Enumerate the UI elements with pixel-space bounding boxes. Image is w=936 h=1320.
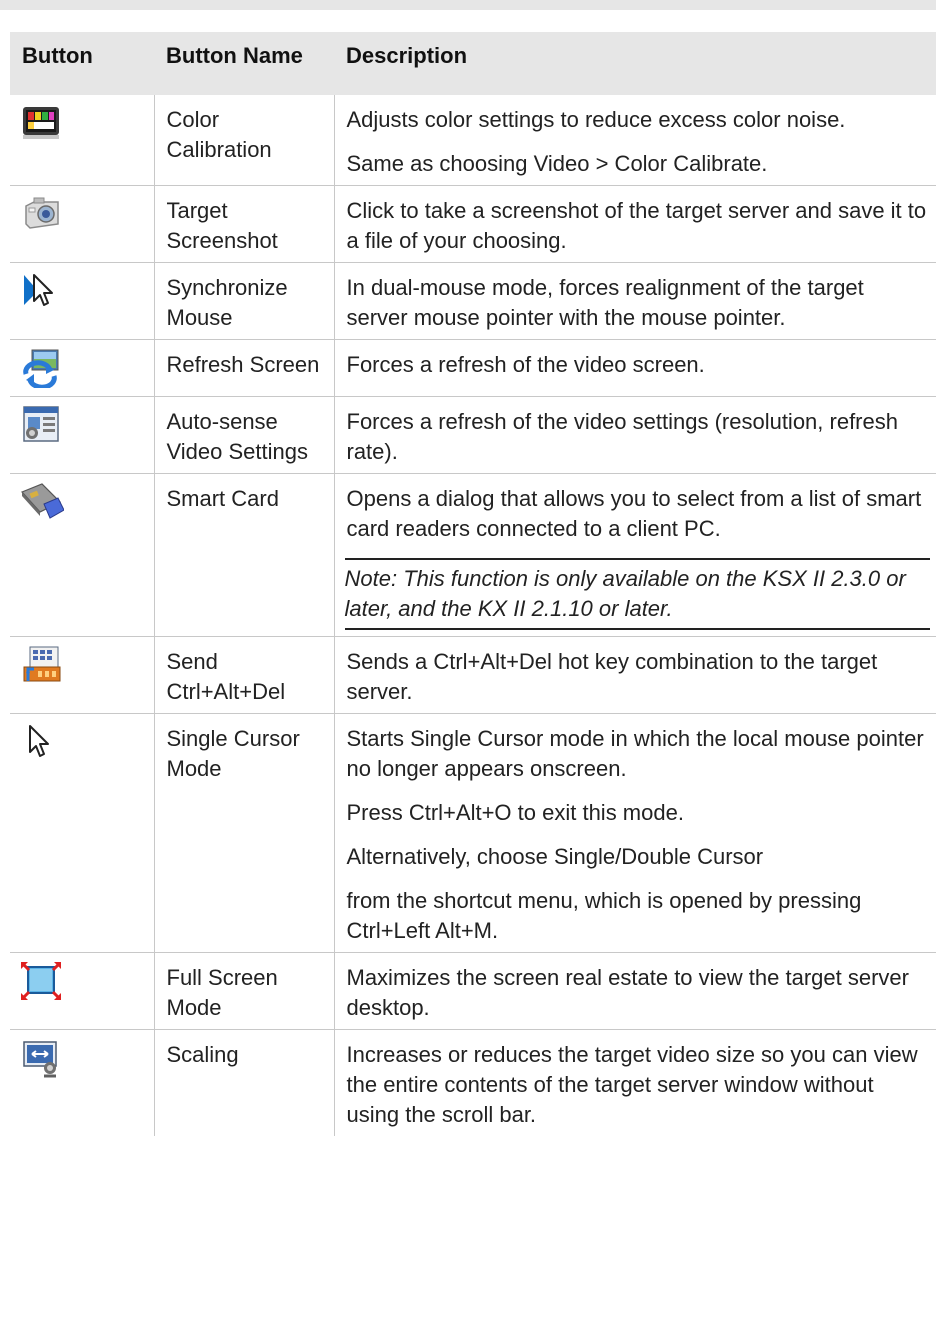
button-name: Target Screenshot: [153, 185, 334, 263]
table-row: Smart Card Opens a dialog that allows yo…: [10, 473, 936, 637]
table-row: Synchronize Mouse In dual-mouse mode, fo…: [10, 262, 936, 340]
top-rule: [0, 0, 936, 10]
camera-screenshot-icon: [25, 197, 59, 229]
button-reference-table: Button Button Name Description Color Cal…: [10, 32, 936, 1136]
description: Starts Single Cursor mode in which the l…: [333, 713, 936, 953]
description-text: Sends a Ctrl+Alt+Del hot key combination…: [346, 649, 878, 704]
description: Sends a Ctrl+Alt+Del hot key combination…: [333, 636, 936, 714]
button-name: Color Calibration: [153, 95, 334, 186]
scaling-icon: [23, 1041, 57, 1078]
auto-sense-video-icon: [23, 406, 59, 442]
refresh-screen-icon: [23, 349, 59, 388]
description: Opens a dialog that allows you to select…: [333, 473, 936, 637]
table-row: Refresh Screen Forces a refresh of the v…: [10, 339, 936, 397]
description-text: Starts Single Cursor mode in which the l…: [346, 726, 924, 781]
color-calibration-icon: [23, 107, 59, 139]
button-name: Full Screen Mode: [153, 952, 334, 1030]
cursor-arrow-icon: [29, 725, 49, 757]
description-text: Press Ctrl+Alt+O to exit this mode.: [346, 800, 684, 825]
header-description: Description: [334, 32, 936, 95]
table-row: Target Screenshot Click to take a screen…: [10, 185, 936, 263]
description: Maximizes the screen real estate to view…: [333, 952, 936, 1030]
description-text: In dual-mouse mode, forces realignment o…: [346, 275, 864, 330]
description-text: Alternatively, choose Single/Double Curs…: [346, 844, 764, 869]
full-screen-icon: [20, 961, 62, 1001]
table-row: Full Screen Mode Maximizes the screen re…: [10, 952, 936, 1030]
description: Adjusts color settings to reduce excess …: [333, 95, 936, 186]
description: Forces a refresh of the video screen.: [333, 339, 936, 397]
description-text: Maximizes the screen real estate to view…: [346, 965, 909, 1020]
description-text: Increases or reduces the target video si…: [346, 1042, 918, 1127]
description-text: Forces a refresh of the video screen.: [346, 352, 705, 377]
description: Click to take a screenshot of the target…: [333, 185, 936, 263]
description-text: from the shortcut menu, which is opened …: [346, 888, 862, 943]
table-row: Color Calibration Adjusts color settings…: [10, 95, 936, 186]
table-row: Send Ctrl+Alt+Del Sends a Ctrl+Alt+Del h…: [10, 636, 936, 714]
table-header-row: Button Button Name Description: [10, 32, 936, 95]
description-text: Forces a refresh of the video settings (…: [346, 409, 898, 464]
note-text: Note: This function is only available on…: [344, 558, 930, 630]
description-text: Adjusts color settings to reduce excess …: [346, 107, 846, 132]
table-row: Auto-sense Video Settings Forces a refre…: [10, 396, 936, 474]
button-name: Synchronize Mouse: [153, 262, 334, 340]
button-name: Single Cursor Mode: [153, 713, 334, 953]
keyboard-send-icon: [23, 646, 61, 682]
button-name: Auto-sense Video Settings: [153, 396, 334, 474]
button-name: Send Ctrl+Alt+Del: [153, 636, 334, 714]
table-row: Scaling Increases or reduces the target …: [10, 1029, 936, 1136]
description: Forces a refresh of the video settings (…: [333, 396, 936, 474]
description: In dual-mouse mode, forces realignment o…: [333, 262, 936, 340]
smart-card-icon: [20, 483, 64, 519]
header-button-name: Button Name: [154, 32, 334, 95]
description: Increases or reduces the target video si…: [333, 1029, 936, 1136]
synchronize-mouse-icon: [24, 274, 53, 306]
table-row: Single Cursor Mode Starts Single Cursor …: [10, 713, 936, 953]
button-name: Smart Card: [153, 473, 334, 637]
description-text: Click to take a screenshot of the target…: [346, 198, 927, 253]
header-button: Button: [10, 32, 154, 95]
button-name: Scaling: [153, 1029, 334, 1136]
description-text: Same as choosing Video > Color Calibrate…: [346, 151, 768, 176]
button-name: Refresh Screen: [153, 339, 334, 397]
description-text: Opens a dialog that allows you to select…: [346, 486, 922, 541]
